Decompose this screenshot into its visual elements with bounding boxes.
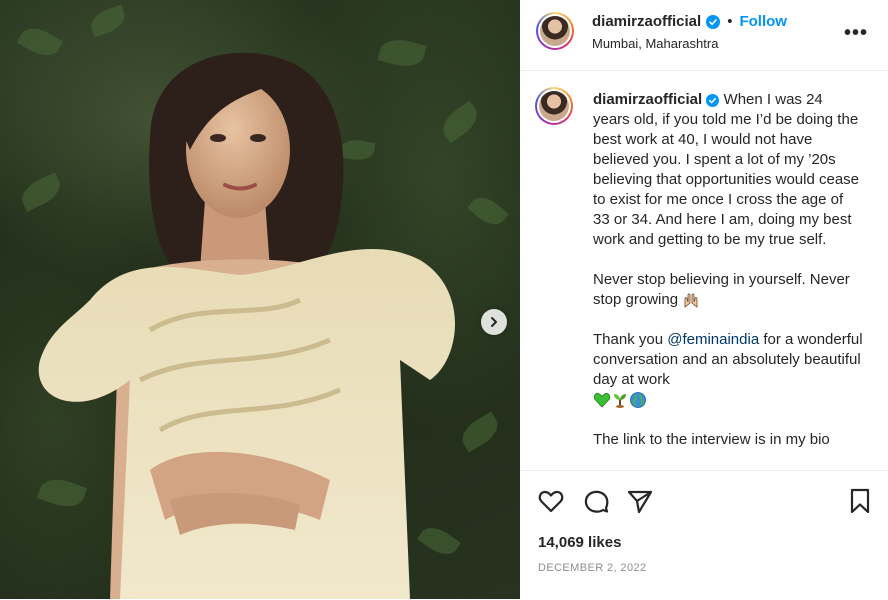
bookmark-icon[interactable] [846,487,874,515]
post-actions: 14,069 likes DECEMBER 2, 2022 [520,470,888,600]
follow-button[interactable]: Follow [739,13,787,30]
verified-badge-icon [706,93,720,107]
globe-icon [630,392,646,408]
caption-paragraph-3-start: Thank you [593,331,668,348]
more-options-icon[interactable]: ••• [844,22,868,45]
post-side-panel: diamirzaofficial • Follow Mumbai, Mahara… [520,0,888,599]
post-caption: diamirzaofficial When I was 24 years old… [593,90,863,470]
chevron-right-icon [491,317,497,327]
header-user-line: diamirzaofficial • Follow [592,13,787,30]
caption-paragraph-4: The link to the interview is in my bio [593,431,830,448]
separator-dot: • [727,13,733,30]
caption-username[interactable]: diamirzaofficial [593,91,702,108]
comment-icon[interactable] [582,487,610,515]
raising-hands-icon [684,293,698,308]
post-header: diamirzaofficial • Follow Mumbai, Mahara… [520,0,888,71]
heart-icon[interactable] [537,487,565,515]
caption-author-avatar[interactable] [535,87,573,125]
seedling-icon [614,394,626,409]
mention-link[interactable]: @feminaindia [667,331,759,348]
post-location[interactable]: Mumbai, Maharashtra [592,36,718,51]
post-photo[interactable] [0,0,520,599]
instagram-post: diamirzaofficial • Follow Mumbai, Mahara… [0,0,888,599]
caption-paragraph-1: When I was 24 years old, if you told me … [593,91,860,248]
woman-portrait-illustration [38,52,455,599]
likes-count[interactable]: 14,069 likes [538,534,621,551]
next-photo-button[interactable] [481,309,507,335]
author-username[interactable]: diamirzaofficial [592,13,701,30]
paper-plane-icon[interactable] [626,487,654,515]
post-date: DECEMBER 2, 2022 [538,562,647,574]
author-avatar[interactable] [536,12,574,50]
verified-badge-icon [706,14,721,29]
green-heart-icon [593,393,611,408]
caption-paragraph-2: Never stop believing in yourself. Never … [593,271,850,308]
caption-area: diamirzaofficial When I was 24 years old… [520,71,888,470]
